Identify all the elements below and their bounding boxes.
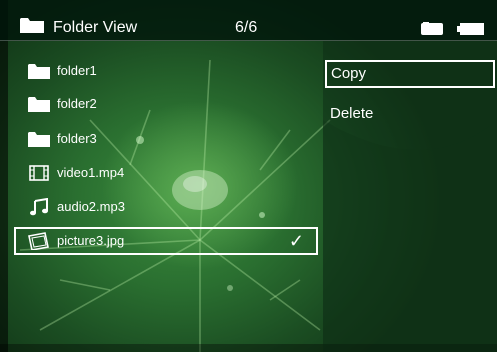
list-item-label: picture3.jpg	[57, 233, 125, 248]
menu-item-label: Delete	[330, 105, 374, 122]
list-item-label: video1.mp4	[57, 165, 125, 180]
menu-item-delete[interactable]: Delete	[325, 100, 495, 128]
film-icon	[29, 165, 49, 181]
folder-icon	[28, 132, 50, 147]
list-item-picture3[interactable]: picture3.jpg ✓	[14, 227, 318, 255]
list-item-folder3[interactable]: folder3	[14, 125, 318, 153]
folder-icon	[28, 97, 50, 112]
folder-icon	[20, 18, 44, 33]
picture-icon	[28, 232, 49, 250]
list-item-label: folder1	[57, 63, 97, 78]
list-item-folder1[interactable]: folder1	[14, 57, 318, 85]
menu-item-label: Copy	[331, 65, 367, 82]
list-item-label: folder3	[57, 131, 97, 146]
list-item-audio2[interactable]: audio2.mp3	[14, 193, 318, 221]
folder-icon	[28, 64, 50, 79]
list-item-folder2[interactable]: folder2	[14, 90, 318, 118]
storage-icon	[421, 22, 443, 35]
list-item-video1[interactable]: video1.mp4	[14, 159, 318, 187]
battery-icon	[457, 23, 484, 35]
screen: Folder View 6/6 folder1 folder2 folder3	[0, 0, 497, 352]
list-item-label: audio2.mp3	[57, 199, 125, 214]
context-menu: Copy Delete	[323, 41, 497, 352]
item-count: 6/6	[235, 19, 258, 36]
menu-item-copy[interactable]: Copy	[325, 60, 495, 88]
frame-left-edge	[0, 0, 8, 352]
page-title: Folder View	[53, 19, 138, 36]
music-note-icon	[30, 198, 48, 216]
checkmark-icon: ✓	[288, 231, 304, 251]
header-bar: Folder View 6/6	[0, 0, 497, 41]
list-item-label: folder2	[57, 96, 97, 111]
